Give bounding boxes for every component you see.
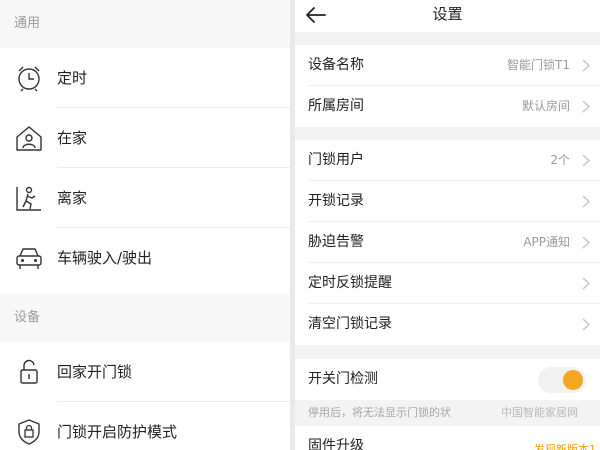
door-detection-toggle[interactable] [538,367,586,393]
unlocked-padlock-icon [20,359,38,384]
list-item-label: 离家 [57,189,88,207]
setting-label: 清空门锁记录 [308,316,392,332]
chevron-right-icon [582,59,590,72]
page-title: 设置 [432,5,463,23]
toggle-knob [563,370,583,390]
list-item-label: 车辆驶入/驶出 [57,249,153,267]
setting-value: 2个 [550,153,570,167]
setting-label: 设备名称 [308,57,364,73]
settings-header: 设置 [295,0,600,32]
list-item-label: 门锁开启防护模式 [57,423,178,441]
setting-value: 智能门锁T1 [507,58,570,72]
setting-timed-relock-reminder[interactable]: 定时反锁提醒 [295,263,600,304]
person-leaving-icon [16,186,41,211]
setting-label: 胁迫告警 [308,234,364,250]
alarm-clock-icon [18,66,40,92]
setting-door-detection: 开关门检测 [295,359,600,400]
list-item-vehicle[interactable]: 车辆驶入/驶出 [0,228,290,288]
setting-unlock-records[interactable]: 开锁记录 [295,181,600,222]
group-gap [295,345,600,359]
list-item-lock-protection[interactable]: 门锁开启防护模式 [0,402,290,450]
chevron-right-icon [582,277,590,290]
setting-room[interactable]: 所属房间 默认房间 [295,86,600,127]
new-version-badge: 发现新版本1 [534,443,596,450]
setting-value: APP通知 [523,235,570,249]
list-item-away[interactable]: 离家 [0,168,290,228]
list-item-timer[interactable]: 定时 [0,48,290,108]
car-icon [16,248,42,269]
shield-lock-icon [18,419,40,445]
setting-duress-alarm[interactable]: 胁迫告警 APP通知 [295,222,600,263]
section-header-general: 通用 [0,0,290,48]
chevron-right-icon [582,100,590,113]
section-header-devices: 设备 [0,294,290,342]
automation-list-panel: 通用 定时 在家 离家 车辆驶入/驶出 设备 回家开门锁 门锁开启防护模式 [0,0,290,450]
settings-panel: 设置 设备名称 智能门锁T1 所属房间 默认房间 门锁用户 2个 开锁记录 胁迫… [295,0,600,450]
setting-label: 所属房间 [308,98,364,114]
setting-label: 固件升级 [308,438,364,450]
group-gap [295,32,600,45]
setting-label: 开关门检测 [308,371,378,387]
chevron-right-icon [582,318,590,331]
list-item-label: 在家 [57,129,88,147]
list-item-label: 回家开门锁 [57,363,133,381]
list-item-unlock-home[interactable]: 回家开门锁 [0,342,290,402]
setting-label: 门锁用户 [308,152,364,168]
watermark: 中国智能家居网 [501,406,578,419]
chevron-right-icon [582,236,590,249]
list-item-at-home[interactable]: 在家 [0,108,290,168]
setting-device-name[interactable]: 设备名称 智能门锁T1 [295,45,600,86]
setting-value: 默认房间 [521,99,570,113]
setting-label: 定时反锁提醒 [308,275,392,291]
setting-clear-records[interactable]: 清空门锁记录 [295,304,600,345]
setting-lock-users[interactable]: 门锁用户 2个 [295,140,600,181]
chevron-right-icon [582,195,590,208]
chevron-right-icon [582,154,590,167]
door-detection-hint: 停用后，将无法显示门锁的状 [308,406,451,419]
setting-label: 开锁记录 [308,193,364,209]
group-gap [295,127,600,140]
list-item-label: 定时 [57,69,88,87]
home-person-icon [16,126,42,151]
